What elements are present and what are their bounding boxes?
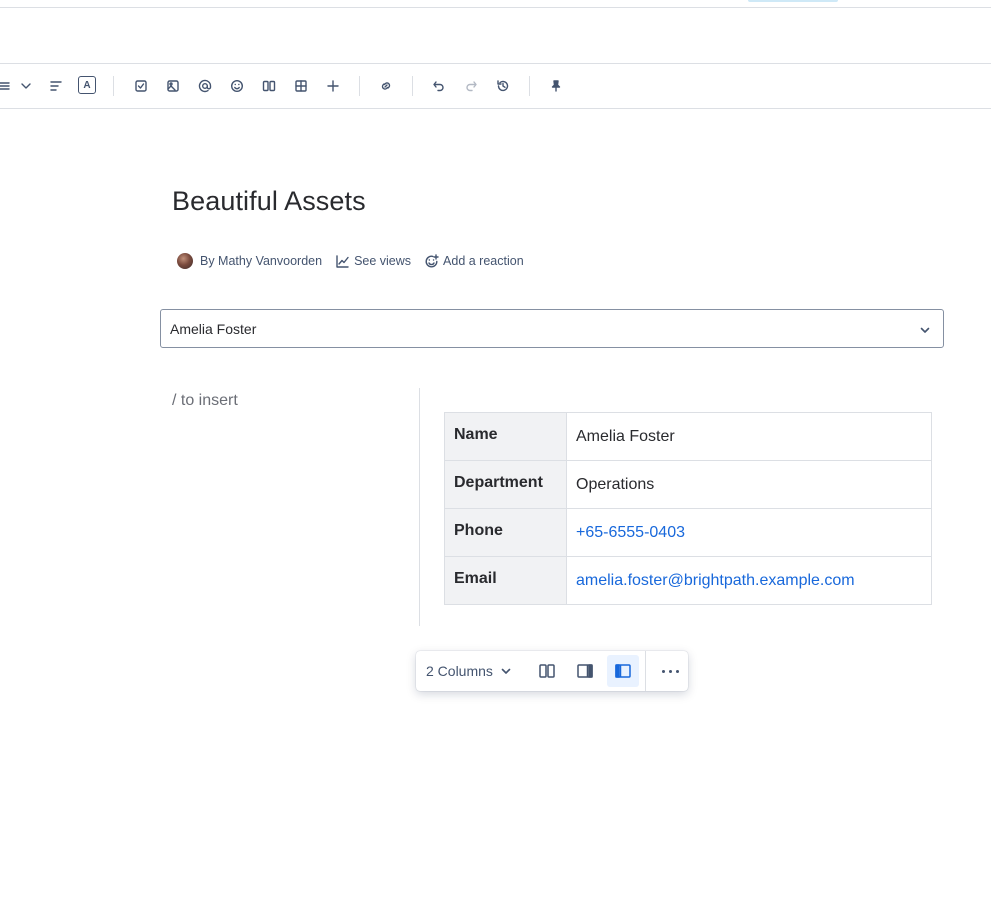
text-color-icon[interactable]: A (78, 76, 96, 94)
table-cell: +65-6555-0403 (566, 508, 932, 557)
image-icon[interactable] (163, 76, 183, 96)
toolbar-divider (529, 76, 530, 96)
align-icon[interactable] (46, 76, 66, 96)
table-cell: amelia.foster@brightpath.example.com (566, 556, 932, 605)
task-icon[interactable] (131, 76, 151, 96)
table-cell[interactable]: Amelia Foster (566, 412, 932, 461)
more-options-icon[interactable] (656, 655, 684, 687)
redo-icon[interactable] (461, 76, 481, 96)
top-nav-strip (0, 0, 991, 8)
table-header-cell: Email (444, 556, 567, 605)
table-header-cell: Phone (444, 508, 567, 557)
table-row: Department Operations (444, 460, 932, 509)
list-icon[interactable] (0, 76, 14, 96)
see-views-button[interactable]: See views (335, 254, 411, 269)
table-row: Email amelia.foster@brightpath.example.c… (444, 556, 932, 605)
add-reaction-icon (425, 253, 439, 267)
layout-left-sidebar-button[interactable] (607, 655, 639, 687)
table-cell[interactable]: Operations (566, 460, 932, 509)
avatar[interactable] (177, 253, 193, 269)
left-sidebar-icon (615, 664, 631, 678)
layout-toolbar: 2 Columns (416, 651, 688, 691)
details-table: Name Amelia Foster Department Operations… (444, 412, 932, 605)
person-select[interactable]: Amelia Foster (160, 309, 944, 348)
two-equal-columns-icon (539, 664, 555, 678)
chevron-down-icon[interactable] (16, 76, 36, 96)
columns-dropdown[interactable]: 2 Columns (426, 651, 512, 691)
insert-placeholder[interactable]: / to insert (172, 392, 238, 410)
toolbar-divider (412, 76, 413, 96)
byline: By Mathy Vanvoorden See views Add a reac… (177, 251, 537, 271)
table-row: Phone +65-6555-0403 (444, 508, 932, 557)
history-icon[interactable] (493, 76, 513, 96)
column-divider (419, 388, 420, 626)
email-link[interactable]: amelia.foster@brightpath.example.com (576, 572, 855, 589)
chart-line-icon (336, 254, 349, 268)
confluence-editor: A Beautiful Assets By Mathy Vanvoorden S… (0, 0, 991, 908)
toolbar-divider (113, 76, 114, 96)
right-sidebar-icon (577, 664, 593, 678)
table-icon[interactable] (291, 76, 311, 96)
editor-toolbar: A (0, 64, 991, 109)
columns-dropdown-label: 2 Columns (426, 663, 493, 679)
layout-icon[interactable] (259, 76, 279, 96)
chevron-down-icon (501, 668, 511, 674)
add-reaction-label: Add a reaction (443, 254, 524, 268)
toolbar-divider (645, 651, 646, 691)
add-reaction-button[interactable]: Add a reaction (424, 253, 524, 269)
author-label: By Mathy Vanvoorden (200, 254, 323, 268)
editor-header (0, 8, 991, 64)
table-header-cell: Department (444, 460, 567, 509)
plus-icon[interactable] (323, 76, 343, 96)
emoji-icon[interactable] (227, 76, 247, 96)
mention-icon[interactable] (195, 76, 215, 96)
table-row: Name Amelia Foster (444, 412, 932, 461)
layout-equal-button[interactable] (531, 655, 563, 687)
undo-icon[interactable] (429, 76, 449, 96)
nav-accent (748, 0, 838, 2)
link-icon[interactable] (376, 76, 396, 96)
phone-link[interactable]: +65-6555-0403 (576, 524, 685, 541)
table-header-cell: Name (444, 412, 567, 461)
pin-icon[interactable] (546, 76, 566, 96)
see-views-label: See views (354, 254, 412, 268)
layout-right-sidebar-button[interactable] (569, 655, 601, 687)
author-link[interactable]: By Mathy Vanvoorden (200, 254, 322, 268)
toolbar-divider (359, 76, 360, 96)
person-select-value: Amelia Foster (170, 320, 257, 337)
page-title[interactable]: Beautiful Assets (172, 186, 366, 217)
chevron-down-icon (919, 323, 931, 335)
